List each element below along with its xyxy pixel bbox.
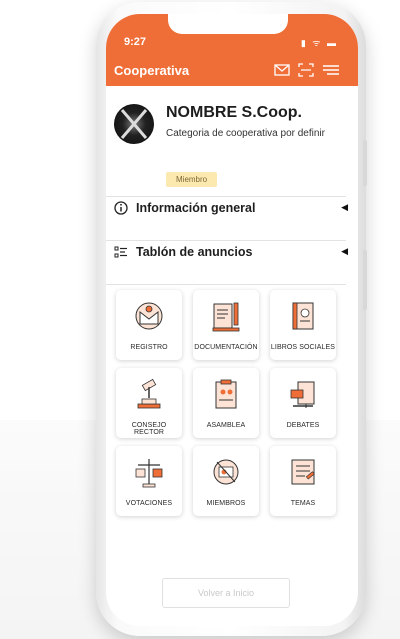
app-screen: 9:27 ▮ ᯤ ▬ Cooperativa NOMBRE S.Coop. Ca… bbox=[106, 14, 358, 626]
section-label: Tablón de anuncios bbox=[136, 245, 253, 259]
tile-miembros[interactable]: MIEMBROS bbox=[193, 446, 259, 516]
tile-documentacion[interactable]: DOCUMENTACIÓN bbox=[193, 290, 259, 360]
status-time: 9:27 bbox=[124, 36, 147, 48]
mail-icon[interactable] bbox=[274, 63, 290, 77]
divider bbox=[106, 284, 346, 285]
tile-registro[interactable]: REGISTRO bbox=[116, 290, 182, 360]
ballot-scale-icon bbox=[135, 459, 163, 488]
debate-board-icon bbox=[290, 381, 315, 408]
member-badge-icon bbox=[213, 459, 239, 485]
phone-side-button bbox=[363, 140, 367, 186]
scan-icon[interactable] bbox=[298, 63, 314, 77]
tile-temas[interactable]: TEMAS bbox=[270, 446, 336, 516]
divider bbox=[106, 240, 346, 241]
status-bar: 9:27 ▮ ᯤ ▬ bbox=[106, 14, 358, 56]
tile-label: TEMAS bbox=[290, 500, 316, 507]
tile-label: VOTACIONES bbox=[125, 500, 173, 507]
profile-card: NOMBRE S.Coop. Categoria de cooperativa … bbox=[106, 98, 358, 188]
notes-icon bbox=[291, 459, 315, 485]
divider bbox=[106, 196, 346, 197]
book-icon bbox=[292, 302, 314, 330]
tile-label: CONSEJO RECTOR bbox=[131, 422, 167, 436]
tile-votaciones[interactable]: VOTACIONES bbox=[116, 446, 182, 516]
tile-label: ASAMBLEA bbox=[206, 422, 246, 429]
list-icon bbox=[114, 246, 127, 258]
app-title: Cooperativa bbox=[114, 63, 190, 78]
collapse-arrow-icon: ◀ bbox=[341, 246, 348, 256]
role-badge: Miembro bbox=[166, 172, 218, 187]
document-pen-icon bbox=[212, 302, 240, 332]
tile-asamblea[interactable]: ASAMBLEA bbox=[193, 368, 259, 438]
section-tablon-anuncios[interactable]: Tablón de anuncios ◀ bbox=[114, 243, 348, 263]
tile-label: REGISTRO bbox=[130, 344, 168, 351]
gavel-icon bbox=[137, 378, 161, 409]
phone-side-button bbox=[363, 250, 367, 310]
clipboard-people-icon bbox=[215, 379, 237, 409]
collapse-arrow-icon: ◀ bbox=[341, 202, 348, 212]
tile-libros-sociales[interactable]: LIBROS SOCIALES bbox=[270, 290, 336, 360]
org-name: NOMBRE S.Coop. bbox=[166, 104, 302, 121]
tile-label: LIBROS SOCIALES bbox=[270, 344, 336, 351]
status-icons: ▮ ᯤ ▬ bbox=[300, 38, 338, 48]
info-icon bbox=[114, 201, 128, 215]
tile-consejo-rector[interactable]: CONSEJO RECTOR bbox=[116, 368, 182, 438]
tile-debates[interactable]: DEBATES bbox=[270, 368, 336, 438]
envelope-person-icon bbox=[135, 302, 163, 330]
section-informacion-general[interactable]: Información general ◀ bbox=[114, 199, 348, 219]
tile-label: DOCUMENTACIÓN bbox=[194, 344, 258, 351]
tile-label: MIEMBROS bbox=[206, 500, 246, 507]
menu-icon[interactable] bbox=[322, 63, 340, 77]
avatar bbox=[114, 104, 154, 144]
back-home-button[interactable]: Volver a Inicio bbox=[162, 578, 290, 608]
app-bar: Cooperativa bbox=[106, 56, 358, 86]
section-label: Información general bbox=[136, 201, 256, 215]
tile-label: DEBATES bbox=[286, 422, 320, 429]
notch bbox=[168, 14, 288, 34]
org-category: Categoria de cooperativa por definir bbox=[166, 128, 325, 139]
